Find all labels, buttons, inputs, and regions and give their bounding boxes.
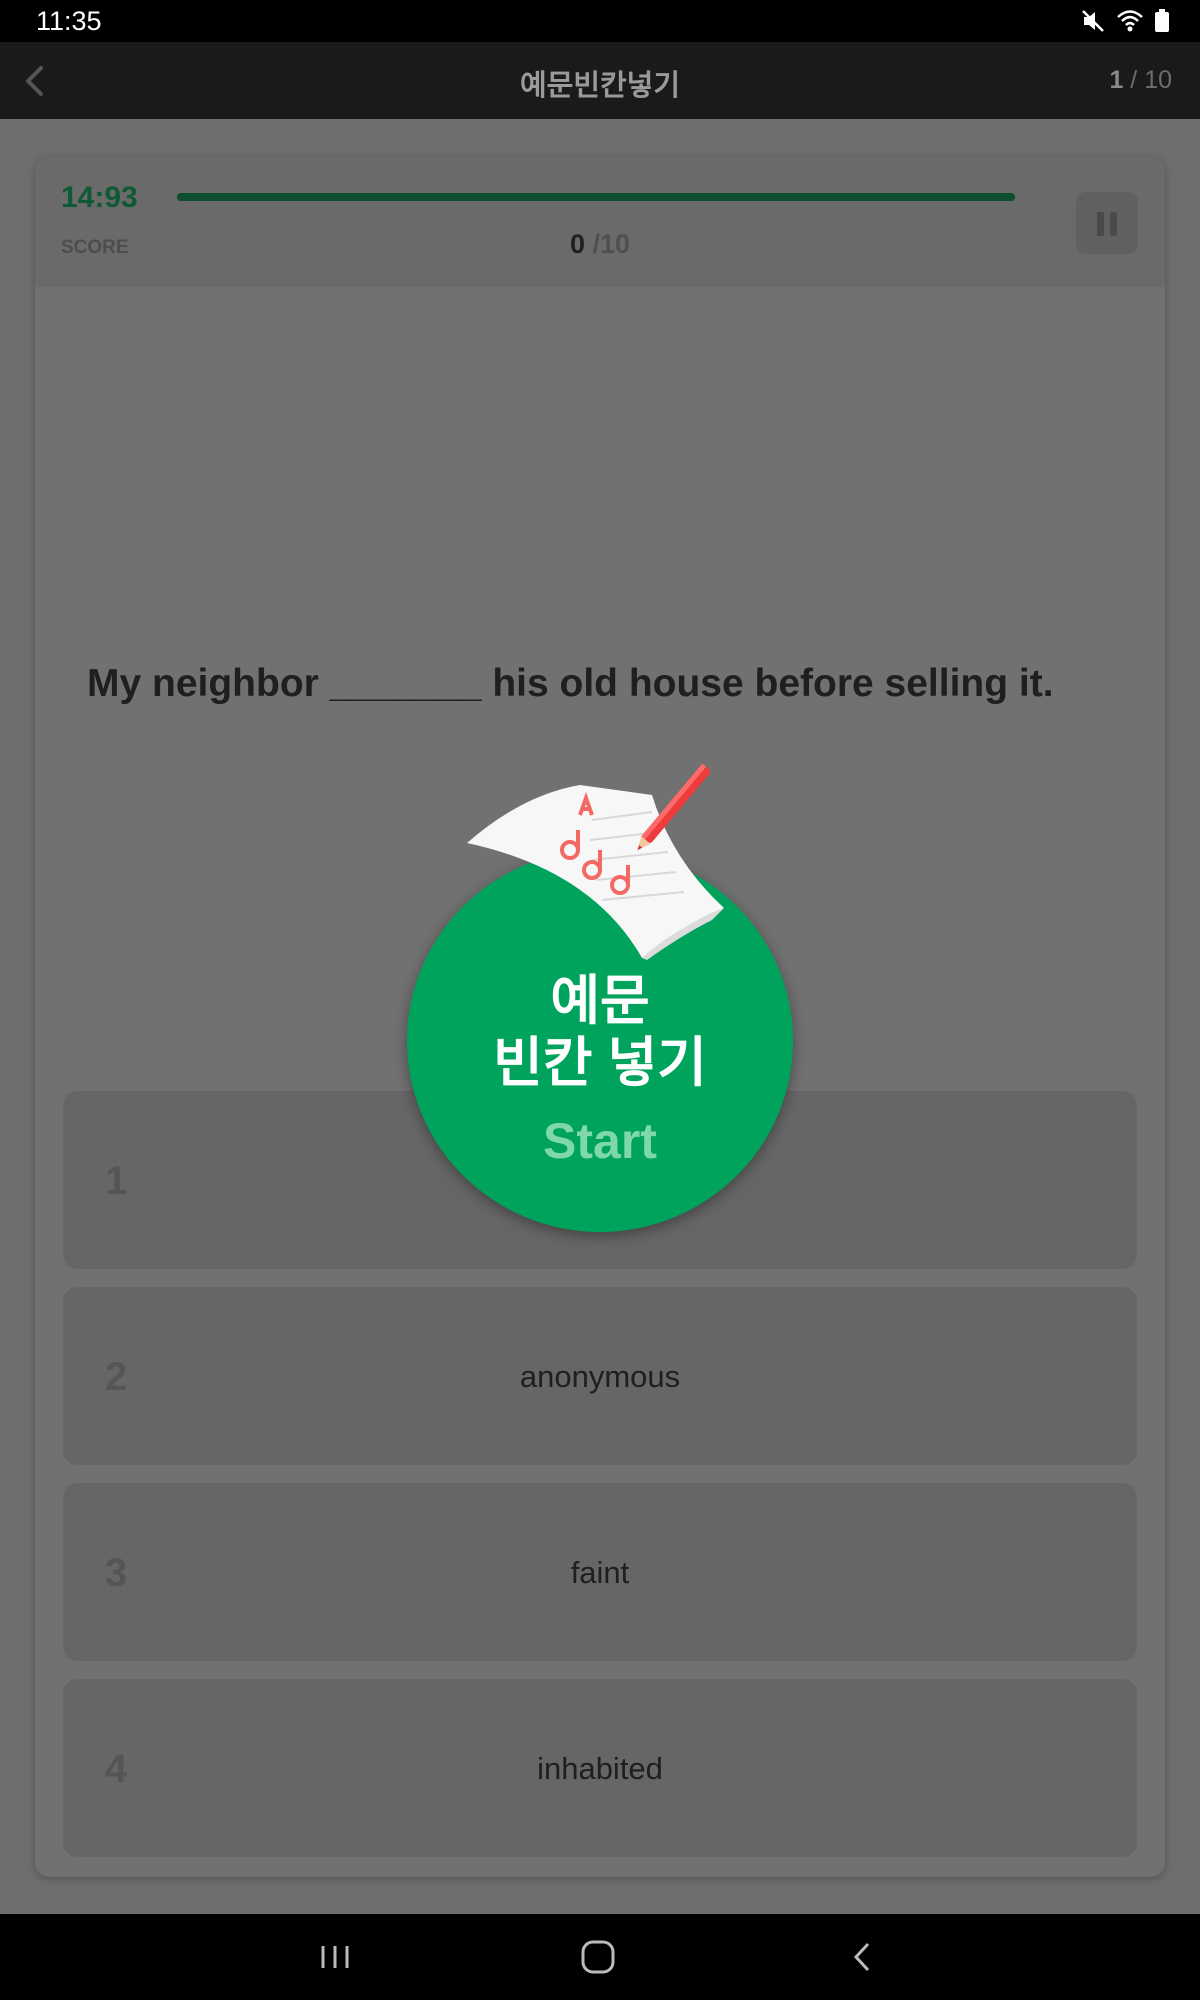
option-number: 1 xyxy=(105,1159,128,1203)
home-icon xyxy=(581,1940,615,1974)
option-3[interactable]: 3 faint xyxy=(63,1483,1137,1661)
system-nav-bar xyxy=(0,1914,1200,2000)
home-button[interactable] xyxy=(568,1934,628,1980)
recent-apps-button[interactable] xyxy=(305,1934,365,1980)
start-label: Start xyxy=(543,1113,657,1169)
recent-apps-icon xyxy=(321,1946,349,1968)
status-time: 11:35 xyxy=(36,6,102,36)
page-title: 예문빈칸넣기 xyxy=(519,70,681,102)
start-title-line1: 예문 xyxy=(550,971,650,1031)
time-progress-bar xyxy=(177,193,1015,201)
mute-icon xyxy=(1080,8,1106,39)
quiz-paper-icon xyxy=(467,763,724,960)
time-progress-fill xyxy=(177,193,1015,201)
option-2[interactable]: 2 anonymous xyxy=(63,1287,1137,1465)
score-current: 0 xyxy=(569,229,585,259)
option-text: inhabited xyxy=(537,1751,663,1786)
nav-back-button[interactable] xyxy=(832,1934,892,1980)
start-title-line2: 빈칸 넣기 xyxy=(493,1033,707,1093)
app-bar: 예문빈칸넣기 1 / 10 xyxy=(0,42,1200,119)
page-counter-current: 1 xyxy=(1109,66,1124,94)
status-bar: 11:35 xyxy=(0,0,1200,42)
option-4[interactable]: 4 inhabited xyxy=(63,1679,1137,1857)
wifi-icon xyxy=(1116,8,1144,39)
pause-button[interactable] xyxy=(1076,192,1138,254)
option-text: faint xyxy=(570,1555,630,1590)
page-counter: 1 / 10 xyxy=(1109,66,1172,95)
start-title: 예문 빈칸 넣기 xyxy=(407,970,793,1094)
quiz-header: 14:93 SCORE 0 /10 xyxy=(35,157,1165,287)
page-counter-total: / 10 xyxy=(1130,66,1172,94)
back-icon xyxy=(853,1942,870,1972)
option-text: anonymous xyxy=(519,1359,681,1394)
status-icons xyxy=(1080,8,1170,39)
timer: 14:93 xyxy=(61,181,138,214)
score-value: 0 /10 xyxy=(35,229,1165,260)
score-total: /10 xyxy=(584,229,631,259)
question-text: My neighbor _______ his old house before… xyxy=(87,662,1054,705)
battery-icon xyxy=(1154,8,1170,39)
